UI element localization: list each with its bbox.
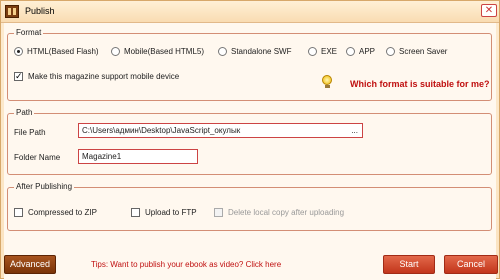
radio-standalone-swf[interactable]: Standalone SWF (218, 47, 291, 56)
mobile-support-label: Make this magazine support mobile device (28, 72, 180, 81)
browse-button[interactable]: ... (351, 124, 358, 137)
radio-circle (346, 47, 355, 56)
radio-html-flash[interactable]: HTML(Based Flash) (14, 47, 99, 56)
radio-circle (308, 47, 317, 56)
after-publishing-legend: After Publishing (14, 182, 75, 191)
path-legend: Path (14, 108, 35, 117)
dialog-content: Format HTML(Based Flash) Mobile(Based HT… (4, 23, 496, 280)
radio-label-mobile-html5: Mobile(Based HTML5) (124, 47, 205, 56)
checkbox-checked (14, 71, 23, 82)
radio-screen-saver[interactable]: Screen Saver (386, 47, 447, 56)
upload-ftp-label: Upload to FTP (145, 208, 197, 217)
folder-name-label: Folder Name (14, 153, 61, 162)
compress-zip-label: Compressed to ZIP (28, 208, 97, 217)
radio-label-standalone-swf: Standalone SWF (231, 47, 292, 56)
radio-label-app: APP (359, 47, 376, 56)
folder-name-field[interactable]: Magazine1 (78, 149, 198, 164)
app-book-icon (5, 5, 19, 18)
window-title: Publish (25, 6, 55, 16)
file-path-label: File Path (14, 128, 46, 137)
upload-ftp-checkbox[interactable]: Upload to FTP (131, 208, 197, 217)
radio-mobile-html5[interactable]: Mobile(Based HTML5) (111, 47, 204, 56)
radio-circle (386, 47, 395, 56)
radio-circle-selected (14, 47, 23, 56)
title-bar: Publish ✕ (1, 1, 499, 23)
cancel-button[interactable]: Cancel (444, 255, 498, 274)
radio-circle (218, 47, 227, 56)
close-button[interactable]: ✕ (481, 4, 497, 17)
file-path-value: C:\Users\админ\Desktop\JavaScript_окулык (82, 126, 241, 135)
radio-app[interactable]: APP (346, 47, 375, 56)
advanced-button[interactable]: Advanced (4, 255, 56, 274)
after-publishing-group: After Publishing Compressed to ZIP Uploa… (7, 182, 492, 231)
compress-zip-checkbox[interactable]: Compressed to ZIP (14, 208, 97, 217)
folder-name-value: Magazine1 (82, 152, 122, 161)
checkbox-unchecked (14, 208, 23, 217)
lightbulb-icon (322, 75, 332, 88)
start-button[interactable]: Start (383, 255, 435, 274)
checkbox-unchecked (131, 208, 140, 217)
delete-local-label: Delete local copy after uploading (228, 208, 345, 217)
radio-exe[interactable]: EXE (308, 47, 337, 56)
format-legend: Format (14, 28, 44, 37)
radio-label-screen-saver: Screen Saver (399, 47, 448, 56)
publish-dialog: Publish ✕ Format HTML(Based Flash) Mobil… (0, 0, 500, 280)
radio-label-html-flash: HTML(Based Flash) (27, 47, 99, 56)
which-format-link[interactable]: Which format is suitable for me? (350, 79, 490, 89)
format-group: Format HTML(Based Flash) Mobile(Based HT… (7, 28, 492, 101)
file-path-field[interactable]: C:\Users\админ\Desktop\JavaScript_окулык… (78, 123, 363, 138)
tips-link[interactable]: Tips: Want to publish your ebook as vide… (91, 260, 281, 269)
checkbox-disabled (214, 208, 223, 217)
mobile-support-checkbox[interactable]: Make this magazine support mobile device (14, 71, 180, 82)
radio-circle (111, 47, 120, 56)
path-group: Path File Path C:\Users\админ\Desktop\Ja… (7, 108, 492, 175)
delete-local-checkbox: Delete local copy after uploading (214, 208, 344, 217)
radio-label-exe: EXE (321, 47, 338, 56)
